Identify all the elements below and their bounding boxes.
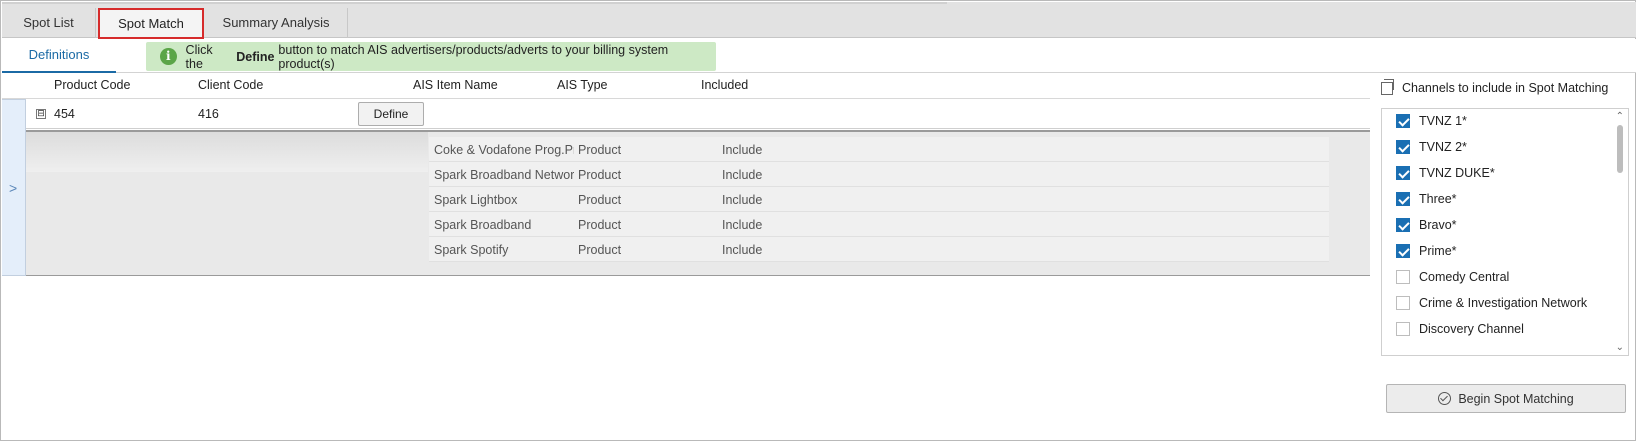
chevron-down-icon[interactable]: ⌄ bbox=[1616, 342, 1624, 353]
channels-list[interactable]: ⌃ ⌄ TVNZ 1* TVNZ 2* TVNZ DUKE* Three* Bravo*… bbox=[1381, 108, 1629, 356]
cell-ais-type: Product bbox=[578, 168, 622, 182]
checkbox-unchecked[interactable] bbox=[1396, 296, 1410, 310]
header-client-code[interactable]: Client Code bbox=[198, 78, 263, 92]
info-icon: i bbox=[160, 48, 177, 65]
channel-label: Bravo* bbox=[1419, 218, 1457, 232]
check-circle-icon bbox=[1438, 392, 1452, 405]
cell-ais-item-name: Spark Spotify bbox=[434, 243, 509, 257]
chevron-right-icon: > bbox=[9, 180, 18, 196]
list-item[interactable]: Spark Spotify Product Include bbox=[429, 237, 1329, 262]
channels-title-text: Channels to include in Spot Matching bbox=[1402, 81, 1609, 95]
row-selector-bar[interactable]: > bbox=[2, 99, 26, 276]
list-item[interactable]: Spark Broadband Network Product Include bbox=[429, 162, 1329, 187]
tab-definitions[interactable]: Definitions bbox=[2, 39, 116, 73]
channel-item[interactable]: Bravo* bbox=[1396, 215, 1457, 235]
cell-ais-item-name: Spark Broadband Network bbox=[434, 168, 574, 182]
channels-title: Channels to include in Spot Matching bbox=[1381, 78, 1609, 95]
list-item[interactable]: Spark Lightbox Product Include bbox=[429, 187, 1329, 212]
list-item[interactable]: Spark Broadband Product Include bbox=[429, 212, 1329, 237]
channel-label: Crime & Investigation Network bbox=[1419, 296, 1588, 310]
cell-ais-item-name: Spark Broadband bbox=[434, 218, 532, 232]
channel-label: Discovery Channel bbox=[1419, 322, 1524, 336]
cell-client-code: 416 bbox=[198, 107, 219, 121]
definitions-grid: Product Code Client Code AIS Item Name A… bbox=[2, 74, 1370, 276]
channel-item[interactable]: Discovery Channel bbox=[1396, 319, 1524, 339]
channel-label: TVNZ DUKE* bbox=[1419, 166, 1495, 180]
channel-item[interactable]: TVNZ 1* bbox=[1396, 111, 1467, 131]
cell-product-code: 454 bbox=[54, 107, 75, 121]
begin-spot-matching-button[interactable]: Begin Spot Matching bbox=[1386, 384, 1626, 413]
channel-item[interactable]: TVNZ 2* bbox=[1396, 137, 1467, 157]
copy-icon bbox=[1381, 78, 1394, 95]
checkbox-checked[interactable] bbox=[1396, 114, 1410, 128]
checkbox-unchecked[interactable] bbox=[1396, 270, 1410, 284]
checkbox-checked[interactable] bbox=[1396, 166, 1410, 180]
header-ais-item-name[interactable]: AIS Item Name bbox=[413, 78, 498, 92]
collapse-icon[interactable]: ⊟ bbox=[36, 109, 46, 119]
list-item[interactable]: Coke & Vodafone Prog.Pro Product Include bbox=[429, 137, 1329, 162]
channel-item[interactable]: Three* bbox=[1396, 189, 1457, 209]
cell-included: Include bbox=[722, 143, 763, 157]
channel-item[interactable]: Comedy Central bbox=[1396, 267, 1509, 287]
cell-ais-item-name: Coke & Vodafone Prog.Pro bbox=[434, 143, 574, 157]
channel-item[interactable]: Crime & Investigation Network bbox=[1396, 293, 1587, 313]
detail-grid: Coke & Vodafone Prog.Pro Product Include Sp… bbox=[429, 137, 1329, 262]
channel-label: TVNZ 2* bbox=[1419, 140, 1467, 154]
cell-ais-type: Product bbox=[578, 218, 622, 232]
banner-prefix: Click the bbox=[185, 42, 213, 71]
channel-item[interactable]: TVNZ DUKE* bbox=[1396, 163, 1495, 183]
detail-shade bbox=[26, 132, 428, 172]
channel-label: Comedy Central bbox=[1419, 270, 1510, 284]
tab-spot-match[interactable]: Spot Match bbox=[98, 8, 204, 39]
header-product-code[interactable]: Product Code bbox=[54, 78, 130, 92]
cell-ais-type: Product bbox=[578, 193, 622, 207]
channel-label: Prime* bbox=[1419, 244, 1457, 258]
cell-included: Include bbox=[722, 218, 763, 232]
banner-suffix: button to match AIS advertisers/products… bbox=[278, 42, 669, 71]
checkbox-unchecked[interactable] bbox=[1396, 322, 1410, 336]
channel-label: TVNZ 1* bbox=[1419, 114, 1467, 128]
checkbox-checked[interactable] bbox=[1396, 140, 1410, 154]
channel-item[interactable]: Prime* bbox=[1396, 241, 1457, 261]
header-included[interactable]: Included bbox=[701, 78, 748, 92]
cell-included: Include bbox=[722, 193, 763, 207]
app-window: Spot List Spot Match Summary Analysis De… bbox=[0, 0, 1636, 441]
table-row[interactable]: ⊟ 454 416 Define bbox=[26, 99, 1370, 129]
begin-spot-matching-label: Begin Spot Matching bbox=[1458, 391, 1574, 406]
checkbox-checked[interactable] bbox=[1396, 244, 1410, 258]
sub-tab-row: Definitions i Click the Define button to… bbox=[2, 39, 1636, 73]
tab-spot-list[interactable]: Spot List bbox=[2, 8, 96, 38]
tab-strip-topline bbox=[2, 2, 947, 4]
detail-panel: Coke & Vodafone Prog.Pro Product Include Sp… bbox=[26, 130, 1370, 276]
checkbox-checked[interactable] bbox=[1396, 192, 1410, 206]
grid-header: Product Code Client Code AIS Item Name A… bbox=[2, 74, 1370, 99]
cell-ais-type: Product bbox=[578, 243, 622, 257]
tab-summary-analysis[interactable]: Summary Analysis bbox=[205, 8, 348, 38]
channel-label: Three* bbox=[1419, 192, 1457, 206]
banner-bold: Define bbox=[236, 49, 275, 64]
checkbox-checked[interactable] bbox=[1396, 218, 1410, 232]
cell-included: Include bbox=[722, 168, 763, 182]
info-banner: i Click the Define button to match AIS a… bbox=[146, 42, 716, 71]
main-tab-strip: Spot List Spot Match Summary Analysis bbox=[2, 2, 1636, 39]
header-ais-type[interactable]: AIS Type bbox=[557, 78, 608, 92]
cell-ais-item-name: Spark Lightbox bbox=[434, 193, 518, 207]
scrollbar-thumb[interactable] bbox=[1617, 125, 1623, 173]
cell-ais-type: Product bbox=[578, 143, 622, 157]
define-button[interactable]: Define bbox=[358, 102, 424, 126]
chevron-up-icon[interactable]: ⌃ bbox=[1616, 111, 1624, 122]
cell-included: Include bbox=[722, 243, 763, 257]
